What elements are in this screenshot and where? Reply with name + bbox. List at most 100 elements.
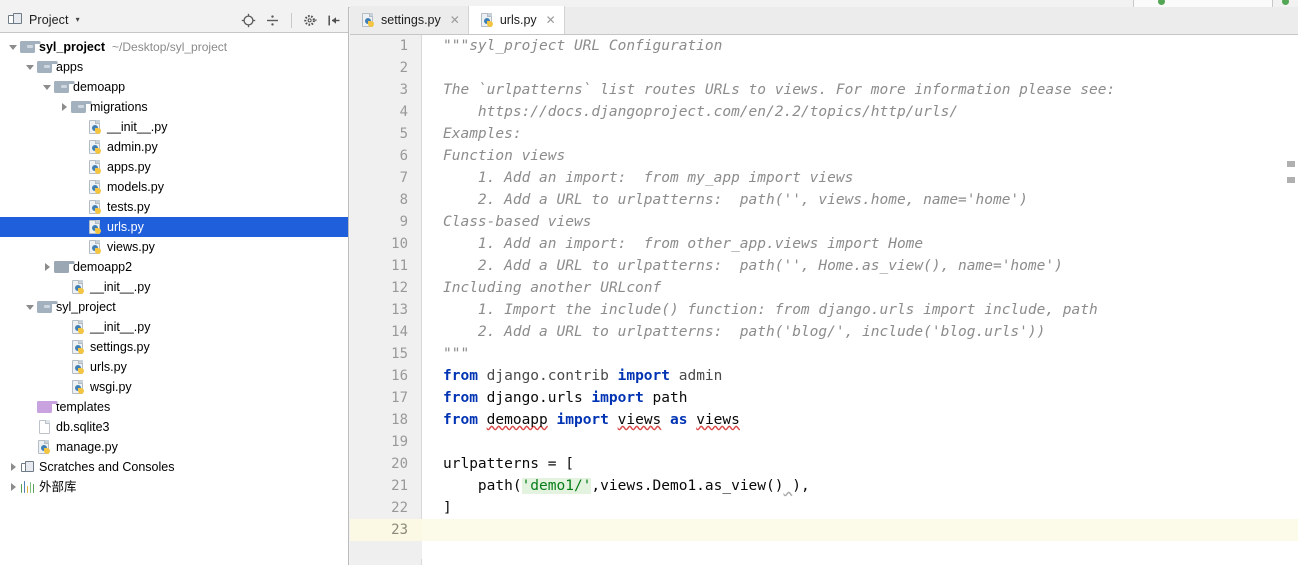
code-line-12[interactable]: Including another URLconf	[422, 277, 1298, 299]
tab-close-icon[interactable]: ✕	[450, 14, 460, 26]
gutter-line-15[interactable]: 15	[350, 343, 421, 365]
collapse-all-icon[interactable]	[265, 13, 280, 28]
tree-row--init-py[interactable]: __init__.py	[0, 277, 348, 297]
gutter-line-11[interactable]: 11	[350, 255, 421, 277]
tree-expand-right-icon[interactable]	[59, 102, 70, 113]
code-line-14[interactable]: 2. Add a URL to urlpatterns: path('blog/…	[422, 321, 1298, 343]
tree-row-urls-py[interactable]: urls.py	[0, 357, 348, 377]
gutter-line-12[interactable]: 12	[350, 277, 421, 299]
gutter-line-5[interactable]: 5	[350, 123, 421, 145]
gutter-line-3[interactable]: 3	[350, 79, 421, 101]
tree-expand-down-icon[interactable]	[42, 82, 53, 93]
code-line-21[interactable]: path('demo1/',views.Demo1.as_view() ),	[422, 475, 1298, 497]
code-line-1[interactable]: """syl_project URL Configuration	[422, 35, 1298, 57]
tree-expand-down-icon[interactable]	[8, 42, 19, 53]
code-line-15[interactable]: """	[422, 343, 1298, 365]
settings-gear-icon[interactable]	[303, 13, 318, 28]
editor-marker-warning-1[interactable]	[1287, 161, 1295, 167]
tree-row--init-py[interactable]: __init__.py	[0, 117, 348, 137]
python-file-icon	[71, 319, 86, 335]
gutter-line-14[interactable]: 14	[350, 321, 421, 343]
tree-row-apps[interactable]: apps	[0, 57, 348, 77]
code-line-11[interactable]: 2. Add a URL to urlpatterns: path('', Ho…	[422, 255, 1298, 277]
code-line-6[interactable]: Function views	[422, 145, 1298, 167]
tree-row-demoapp[interactable]: demoapp	[0, 77, 348, 97]
tree-row-wsgi-py[interactable]: wsgi.py	[0, 377, 348, 397]
code-line-9[interactable]: Class-based views	[422, 211, 1298, 233]
gutter-line-8[interactable]: 8	[350, 189, 421, 211]
line-number-gutter[interactable]: 1 2 3 4 5 6 7 8 9 10 11 12 13 14 15 16 17 18 19 20 21 22 23	[350, 35, 422, 565]
tree-row-icon	[87, 179, 104, 195]
gutter-line-6[interactable]: 6	[350, 145, 421, 167]
tree-row-db-sqlite3[interactable]: db.sqlite3	[0, 417, 348, 437]
tree-row-scratches-and-consoles[interactable]: Scratches and Consoles	[0, 457, 348, 477]
tree-expand-right-icon[interactable]	[8, 482, 19, 493]
gutter-line-1[interactable]: 1	[350, 35, 421, 57]
tree-row--[interactable]: 外部库	[0, 477, 348, 497]
code-line-4[interactable]: https://docs.djangoproject.com/en/2.2/to…	[422, 101, 1298, 123]
editor-marker-warning-2[interactable]	[1287, 177, 1295, 183]
code-line-23[interactable]	[422, 519, 1298, 541]
project-tree[interactable]: syl_project ~/Desktop/syl_project apps demo…	[0, 34, 348, 565]
code-line-16[interactable]: from django.contrib import admin	[422, 365, 1298, 387]
chevron-down-icon[interactable]: ▾	[76, 15, 80, 24]
code-line-19[interactable]	[422, 431, 1298, 453]
code-line-8[interactable]: 2. Add a URL to urlpatterns: path('', vi…	[422, 189, 1298, 211]
tree-row-tests-py[interactable]: tests.py	[0, 197, 348, 217]
tree-expand-down-icon[interactable]	[25, 302, 36, 313]
tree-row-syl-project[interactable]: syl_project ~/Desktop/syl_project	[0, 37, 348, 57]
tree-row--init-py[interactable]: __init__.py	[0, 317, 348, 337]
locate-icon[interactable]	[241, 13, 256, 28]
tree-row-demoapp2[interactable]: demoapp2	[0, 257, 348, 277]
gutter-line-21[interactable]: 21	[350, 475, 421, 497]
gutter-line-16[interactable]: 16	[350, 365, 421, 387]
hide-panel-icon[interactable]	[327, 13, 342, 28]
code-line-13[interactable]: 1. Import the include() function: from d…	[422, 299, 1298, 321]
editor-tab-urls-py[interactable]: urls.py ✕	[468, 6, 565, 34]
tab-close-icon[interactable]: ✕	[546, 14, 556, 26]
tree-expand-right-icon[interactable]	[42, 262, 53, 273]
tree-row-label: admin.py	[107, 140, 158, 154]
python-file-icon	[88, 239, 103, 255]
code-line-10[interactable]: 1. Add an import: from other_app.views i…	[422, 233, 1298, 255]
editor-tab-settings-py[interactable]: settings.py ✕	[350, 6, 469, 34]
tree-row-syl-project[interactable]: syl_project	[0, 297, 348, 317]
tree-row-settings-py[interactable]: settings.py	[0, 337, 348, 357]
code-line-7[interactable]: 1. Add an import: from my_app import vie…	[422, 167, 1298, 189]
code-line-20[interactable]: urlpatterns = [	[422, 453, 1298, 475]
gutter-line-18[interactable]: 18	[350, 409, 421, 431]
gutter-line-19[interactable]: 19	[350, 431, 421, 453]
tree-row-migrations[interactable]: migrations	[0, 97, 348, 117]
tree-row-models-py[interactable]: models.py	[0, 177, 348, 197]
gutter-line-22[interactable]: 22	[350, 497, 421, 519]
tree-row-icon	[19, 481, 36, 493]
tree-row-templates[interactable]: templates	[0, 397, 348, 417]
gutter-line-20[interactable]: 20	[350, 453, 421, 475]
code-line-3[interactable]: The `urlpatterns` list routes URLs to vi…	[422, 79, 1298, 101]
code-editor[interactable]: 1 2 3 4 5 6 7 8 9 10 11 12 13 14 15 16 17 18 19 20 21 22 23	[350, 35, 1298, 565]
editor-tabbar[interactable]: settings.py ✕ urls.py ✕	[350, 6, 1298, 35]
gutter-line-23[interactable]: 23	[350, 519, 421, 541]
gutter-line-7[interactable]: 7	[350, 167, 421, 189]
tree-row-urls-py[interactable]: urls.py	[0, 217, 348, 237]
line-number: 12	[391, 280, 408, 296]
code-line-2[interactable]	[422, 57, 1298, 79]
tree-row-views-py[interactable]: views.py	[0, 237, 348, 257]
tree-row-admin-py[interactable]: admin.py	[0, 137, 348, 157]
gutter-line-9[interactable]: 9	[350, 211, 421, 233]
code-line-5[interactable]: Examples:	[422, 123, 1298, 145]
code-line-22[interactable]: ]	[422, 497, 1298, 519]
gutter-line-4[interactable]: 4	[350, 101, 421, 123]
code-line-18[interactable]: from demoapp import views as views	[422, 409, 1298, 431]
code-text-area[interactable]: """syl_project URL Configuration The `url…	[422, 35, 1298, 565]
debug-button-icon[interactable]	[1282, 0, 1289, 5]
code-line-17[interactable]: from django.urls import path	[422, 387, 1298, 409]
gutter-line-2[interactable]: 2	[350, 57, 421, 79]
gutter-line-10[interactable]: 10	[350, 233, 421, 255]
tree-row-apps-py[interactable]: apps.py	[0, 157, 348, 177]
gutter-line-13[interactable]: 13	[350, 299, 421, 321]
tree-expand-down-icon[interactable]	[25, 62, 36, 73]
tree-row-manage-py[interactable]: manage.py	[0, 437, 348, 457]
gutter-line-17[interactable]: 17	[350, 387, 421, 409]
tree-expand-right-icon[interactable]	[8, 462, 19, 473]
